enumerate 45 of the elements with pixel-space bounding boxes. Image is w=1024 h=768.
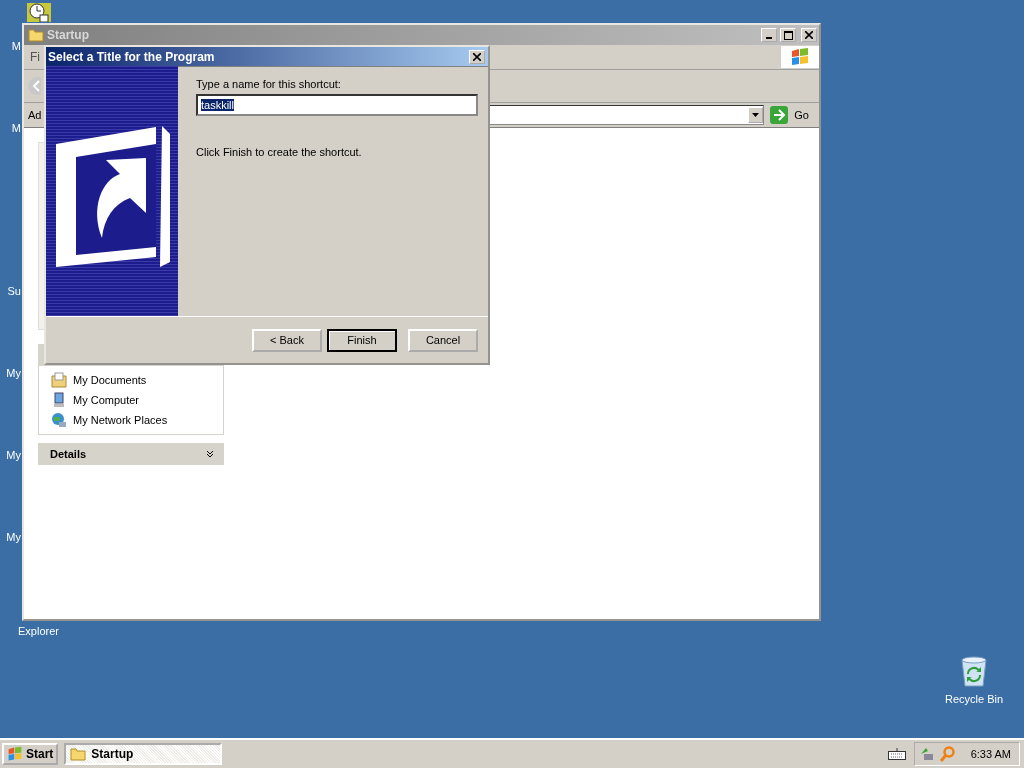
place-link[interactable]: My Computer	[73, 394, 140, 406]
address-label: Ad	[28, 109, 42, 121]
close-icon	[805, 31, 813, 39]
window-title: Startup	[47, 28, 89, 42]
name-field[interactable]: taskkill	[196, 94, 478, 116]
wizard-button[interactable]: < Back	[252, 328, 322, 352]
taskbar-button[interactable]: Startup	[64, 743, 223, 765]
place-link[interactable]: My Network Places	[73, 414, 168, 426]
details-title: Details	[50, 448, 87, 460]
desktop-icon-label[interactable]: Su	[7, 285, 21, 297]
keyboard-icon[interactable]	[887, 748, 906, 760]
desktop-icon-label[interactable]: My	[6, 531, 21, 543]
network-globe-icon	[51, 412, 67, 428]
recycle-bin-label[interactable]: Recycle Bin	[944, 693, 1004, 705]
place-link[interactable]: My Documents	[73, 374, 147, 386]
documents-folder-icon	[51, 372, 67, 388]
recycle-bin-icon[interactable]	[959, 656, 989, 688]
minimize-button[interactable]	[761, 28, 777, 42]
scheduled-task-icon[interactable]	[27, 3, 51, 22]
dialog-title: Select a Title for the Program	[48, 49, 215, 64]
folder-icon	[28, 28, 44, 42]
desktop-icon-label[interactable]: M	[11, 122, 21, 134]
wizard-button[interactable]: Cancel	[408, 328, 478, 352]
close-button[interactable]	[469, 49, 485, 64]
wizard-button[interactable]: Finish	[327, 328, 397, 352]
clock: 6:33 AM	[970, 748, 1011, 760]
windows-logo-icon	[790, 48, 810, 66]
desktop-icon-label[interactable]: Explorer	[18, 625, 59, 637]
computer-icon	[51, 392, 67, 408]
maximize-icon	[783, 30, 793, 40]
close-icon	[473, 52, 481, 61]
details-panel-header[interactable]: Details	[38, 443, 224, 465]
desktop-icon-label[interactable]: My	[6, 449, 21, 461]
folder-icon	[70, 747, 87, 761]
desktop-icon-label[interactable]: My	[6, 367, 21, 379]
start-button[interactable]: Start	[2, 743, 59, 765]
menu-item[interactable]: Fi	[24, 50, 42, 64]
windows-logo-icon	[7, 746, 23, 762]
expand-chevron-icon[interactable]	[206, 450, 214, 458]
go-button[interactable]: Go	[768, 106, 815, 124]
close-button[interactable]	[801, 28, 817, 42]
name-prompt-label: Type a name for this shortcut:	[196, 78, 342, 90]
maximize-button[interactable]	[780, 28, 796, 42]
instruction-text: Click Finish to create the shortcut.	[196, 146, 363, 158]
desktop-icon-label[interactable]: M	[11, 40, 21, 52]
